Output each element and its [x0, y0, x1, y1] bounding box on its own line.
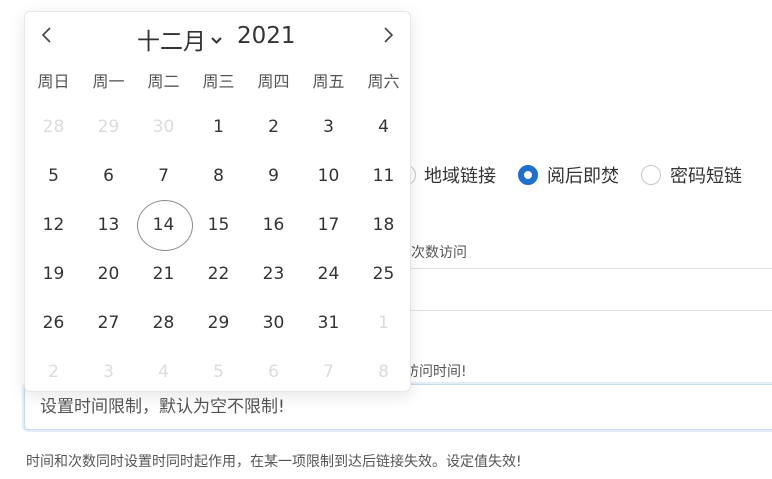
chevron-right-icon: [384, 27, 394, 43]
day-cell-other-month[interactable]: 28: [26, 102, 81, 151]
day-cell[interactable]: 11: [356, 151, 411, 200]
day-cell[interactable]: 6: [81, 151, 136, 200]
radio-region-link[interactable]: 地域链接: [396, 162, 496, 188]
day-cell[interactable]: 5: [26, 151, 81, 200]
day-cell[interactable]: 18: [356, 200, 411, 249]
link-type-radio-group: 地域链接 阅后即焚 密码短链: [396, 160, 764, 190]
day-cell[interactable]: 4: [356, 102, 411, 151]
day-cell[interactable]: 30: [246, 298, 301, 347]
day-cell-other-month[interactable]: 3: [81, 347, 136, 396]
day-cell-today[interactable]: 14: [136, 200, 193, 251]
radio-checked-icon: [518, 165, 538, 185]
day-cell[interactable]: 1: [191, 102, 246, 151]
divider: [405, 310, 772, 311]
day-cell-other-month[interactable]: 6: [246, 347, 301, 396]
day-cell[interactable]: 21: [136, 249, 191, 298]
weekday-label: 周五: [312, 72, 345, 91]
day-cell[interactable]: 29: [191, 298, 246, 347]
radio-burn-after-reading[interactable]: 阅后即焚: [518, 162, 619, 188]
day-cell[interactable]: 23: [246, 249, 301, 298]
radio-label: 地域链接: [424, 166, 496, 187]
weekday-label: 周四: [257, 72, 290, 91]
day-cell-other-month[interactable]: 8: [356, 347, 411, 396]
day-cell[interactable]: 15: [191, 200, 246, 249]
day-cell-other-month[interactable]: 1: [356, 298, 411, 347]
radio-password-link[interactable]: 密码短链: [641, 162, 742, 188]
day-cell-other-month[interactable]: 30: [136, 102, 191, 151]
day-cell[interactable]: 16: [246, 200, 301, 249]
day-cell-other-month[interactable]: 29: [81, 102, 136, 151]
calendar-header: 十二月 2021: [25, 12, 410, 64]
divider: [405, 268, 772, 269]
visit-count-label: 次数访问: [411, 245, 467, 261]
weekday-label: 周二: [147, 72, 180, 91]
month-label: 十二月: [137, 29, 206, 55]
weekday-header-row: 周日 周一 周二 周三 周四 周五 周六: [25, 68, 412, 98]
day-cell[interactable]: 31: [301, 298, 356, 347]
weekday-label: 周一: [92, 72, 125, 91]
radio-label: 阅后即焚: [547, 166, 619, 187]
day-cell[interactable]: 24: [301, 249, 356, 298]
day-cell[interactable]: 22: [191, 249, 246, 298]
chevron-down-icon: [211, 37, 222, 44]
weekday-label: 周六: [367, 72, 400, 91]
day-cell[interactable]: 2: [246, 102, 301, 151]
month-select[interactable]: 十二月: [137, 22, 223, 56]
day-cell[interactable]: 25: [356, 249, 411, 298]
day-cell[interactable]: 3: [301, 102, 356, 151]
radio-label: 密码短链: [670, 166, 742, 187]
date-picker-popup: 十二月 2021 周日 周一 周二 周三 周四 周五 周六 28 29 30 1 2 3 4 5 6 7 8 9 1…: [24, 11, 411, 392]
day-cell-other-month[interactable]: 2: [26, 347, 81, 396]
day-cell[interactable]: 26: [26, 298, 81, 347]
day-cell[interactable]: 7: [136, 151, 191, 200]
day-cell[interactable]: 12: [26, 200, 81, 249]
day-cell[interactable]: 19: [26, 249, 81, 298]
day-cell[interactable]: 8: [191, 151, 246, 200]
day-cell-other-month[interactable]: 5: [191, 347, 246, 396]
chevron-left-icon: [41, 27, 51, 43]
day-cell[interactable]: 28: [136, 298, 191, 347]
visit-time-hint: 访问时间!: [405, 364, 467, 380]
radio-circle-icon: [641, 165, 661, 185]
day-cell-other-month[interactable]: 7: [301, 347, 356, 396]
limit-help-text: 时间和次数同时设置时同时起作用，在某一项限制到达后链接失效。设定值失效!: [26, 454, 522, 470]
day-cell[interactable]: 9: [246, 151, 301, 200]
day-cell-other-month[interactable]: 4: [136, 347, 191, 396]
day-cell[interactable]: 20: [81, 249, 136, 298]
year-label[interactable]: 2021: [237, 23, 296, 49]
weekday-label: 周三: [202, 72, 235, 91]
day-cell[interactable]: 10: [301, 151, 356, 200]
prev-month-button[interactable]: [32, 20, 62, 50]
day-cell[interactable]: 27: [81, 298, 136, 347]
day-cell[interactable]: 17: [301, 200, 356, 249]
weekday-label: 周日: [37, 72, 70, 91]
day-cell[interactable]: 13: [81, 200, 136, 249]
next-month-button[interactable]: [373, 20, 403, 50]
